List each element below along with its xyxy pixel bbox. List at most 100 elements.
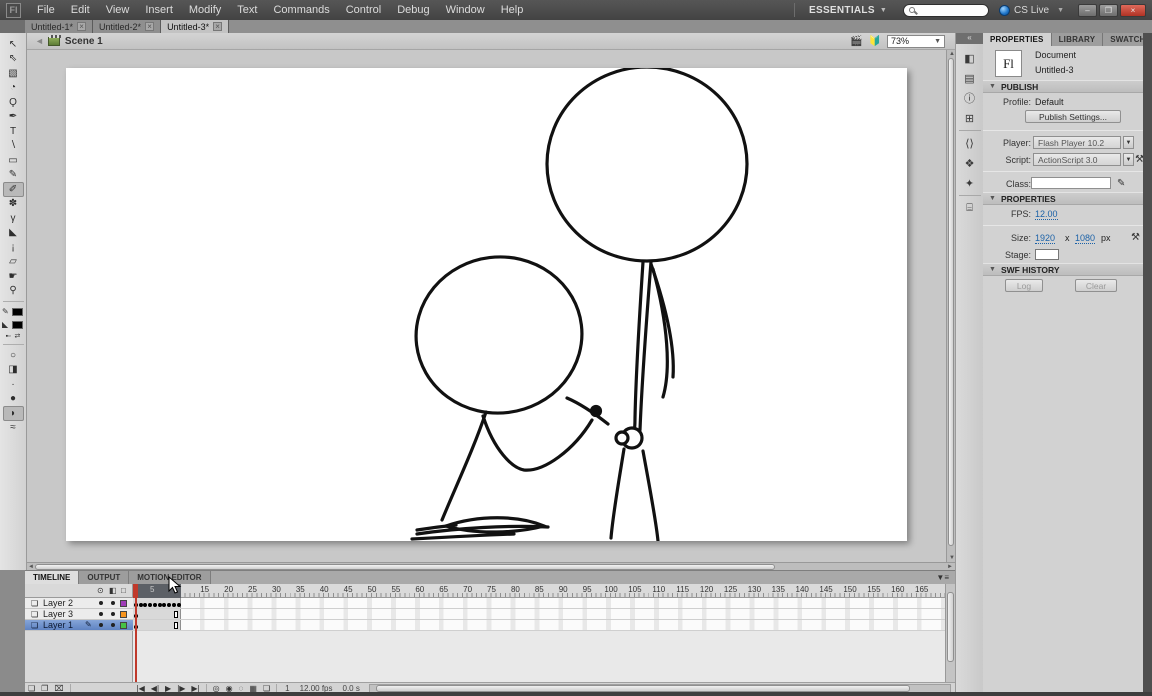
timeline-vertical-scrollbar[interactable]	[945, 584, 955, 685]
keyframe-dot[interactable]	[158, 603, 162, 607]
size-settings-wrench-icon[interactable]: ⚒	[1131, 232, 1140, 243]
publish-section-header[interactable]: ▼ PUBLISH	[983, 80, 1143, 93]
layer-outline-color-swatch[interactable]	[120, 611, 127, 618]
3d-rotation-tool[interactable]: ◔	[3, 81, 24, 96]
pen-tool[interactable]: ✒	[3, 110, 24, 125]
keyframe-dot[interactable]	[162, 603, 166, 607]
swf-log-button[interactable]: Log	[1005, 279, 1043, 292]
keyframe-dot[interactable]	[167, 603, 171, 607]
eraser-tool[interactable]: ▱	[3, 255, 24, 270]
v-scroll-thumb[interactable]	[948, 58, 954, 546]
eyedropper-tool[interactable]: ¡	[3, 240, 24, 255]
zoom-level-select[interactable]: 73% ▼	[887, 35, 945, 48]
size-height-value[interactable]: 1080	[1075, 233, 1095, 244]
chevron-down-icon[interactable]: ▼	[1123, 153, 1134, 166]
layer-name-label[interactable]: Layer 2	[43, 598, 73, 609]
menu-control[interactable]: Control	[338, 0, 389, 20]
minimize-button[interactable]: –	[1078, 4, 1097, 17]
close-button[interactable]: ×	[1120, 4, 1146, 17]
outline-icon[interactable]: □	[121, 586, 126, 595]
tab-timeline[interactable]: TIMELINE	[25, 571, 79, 584]
keyframe-dot[interactable]	[177, 603, 181, 607]
frame-row-layer-1[interactable]	[133, 620, 945, 631]
stage-horizontal-scrollbar[interactable]: ◄ ►	[27, 562, 955, 570]
frame-span[interactable]	[133, 620, 181, 630]
close-tab-icon[interactable]: ×	[213, 22, 222, 31]
swap-colors-button[interactable]: ⇄	[15, 332, 21, 340]
lock-icon[interactable]: ◧	[109, 586, 117, 595]
free-transform-tool[interactable]: ▧	[3, 66, 24, 81]
panel-menu-icon[interactable]: ▼≡	[930, 571, 955, 584]
subselection-tool[interactable]: ⇖	[3, 52, 24, 67]
close-tab-icon[interactable]: ×	[145, 22, 154, 31]
tab-properties[interactable]: PROPERTIES	[983, 33, 1052, 46]
object-drawing-option[interactable]: ○	[3, 348, 24, 363]
size-width-value[interactable]: 1920	[1035, 233, 1055, 244]
edit-scene-button[interactable]: 🎬	[850, 36, 862, 47]
publish-settings-button[interactable]: Publish Settings...	[1025, 110, 1121, 123]
doc-tab-2[interactable]: Untitled-2*×	[93, 20, 161, 33]
black-white-button[interactable]: ▪▫	[6, 333, 11, 340]
brush-tool[interactable]: ✐	[3, 182, 24, 197]
restore-button[interactable]: ❐	[1099, 4, 1118, 17]
rectangle-tool[interactable]: ▭	[3, 153, 24, 168]
swf-clear-button[interactable]: Clear	[1075, 279, 1117, 292]
smoothing-option[interactable]: ≈	[3, 421, 24, 436]
hand-tool[interactable]: ☛	[3, 269, 24, 284]
search-input[interactable]	[903, 4, 989, 17]
tab-library[interactable]: LIBRARY	[1052, 33, 1104, 46]
cs-live-button[interactable]: CS Live ▼	[999, 5, 1064, 16]
close-tab-icon[interactable]: ×	[77, 22, 86, 31]
fps-value[interactable]: 12.00	[1035, 209, 1058, 220]
layer-row-layer-3[interactable]: ❏Layer 3	[25, 609, 133, 620]
menu-window[interactable]: Window	[438, 0, 493, 20]
brush-size-option[interactable]: ●	[3, 392, 24, 407]
color-panel-icon[interactable]: ◧	[959, 48, 981, 68]
brush-shape-option[interactable]: ◗	[3, 406, 24, 421]
layer-lock-dot[interactable]	[111, 612, 115, 616]
layer-name-label[interactable]: Layer 3	[43, 609, 73, 620]
frame-row-layer-2[interactable]	[133, 598, 945, 609]
layer-outline-color-swatch[interactable]	[120, 600, 127, 607]
frame-span[interactable]	[133, 609, 181, 619]
keyframe-dot[interactable]	[172, 603, 176, 607]
lasso-tool[interactable]: Ϙ	[3, 95, 24, 110]
timeline-hscroll-thumb[interactable]	[376, 685, 910, 692]
stage-vertical-scrollbar[interactable]: ▲ ▼	[946, 50, 955, 562]
properties-section-header[interactable]: ▼ PROPERTIES	[983, 192, 1143, 205]
doc-tab-3[interactable]: Untitled-3*×	[161, 20, 229, 33]
text-tool[interactable]: T	[3, 124, 24, 139]
keyframe-dot[interactable]	[139, 603, 143, 607]
stroke-color-swatch[interactable]	[12, 308, 23, 316]
edit-symbols-button[interactable]: 🔰	[869, 36, 881, 47]
brush-mode-option[interactable]: ·	[3, 377, 24, 392]
pencil-tool[interactable]: ✎	[3, 168, 24, 183]
deco-tool[interactable]: ✽	[3, 197, 24, 212]
frame-grid[interactable]	[133, 598, 945, 631]
menu-modify[interactable]: Modify	[181, 0, 229, 20]
paint-bucket-tool[interactable]: ◣	[3, 226, 24, 241]
keyframe-dot[interactable]	[153, 603, 157, 607]
class-input[interactable]	[1031, 177, 1111, 189]
stage-canvas[interactable]	[66, 68, 907, 541]
menu-debug[interactable]: Debug	[389, 0, 437, 20]
menu-commands[interactable]: Commands	[265, 0, 337, 20]
layer-outline-color-swatch[interactable]	[120, 622, 127, 629]
frames-area[interactable]: 5 15202530354045505560657075808590951001…	[133, 584, 945, 685]
swf-history-section-header[interactable]: ▼ SWF HISTORY	[983, 263, 1143, 276]
frame-span[interactable]	[133, 598, 181, 608]
back-arrow-icon[interactable]: ◄	[35, 36, 44, 46]
workspace-switcher[interactable]: ESSENTIALS ▼	[803, 5, 893, 16]
class-edit-pencil-icon[interactable]: ✎	[1117, 178, 1125, 189]
fill-color-control[interactable]: ◣	[2, 318, 24, 331]
keyframe-dot[interactable]	[143, 603, 147, 607]
script-select[interactable]: ActionScript 3.0	[1033, 153, 1121, 166]
layer-row-layer-1[interactable]: ❏Layer 1✎	[25, 620, 133, 631]
chevron-down-icon[interactable]: ▼	[1123, 136, 1134, 149]
layer-name-label[interactable]: Layer 1	[43, 620, 73, 631]
align-panel-icon[interactable]: ⊞	[959, 108, 981, 128]
show-hide-eye-icon[interactable]: ⊙	[97, 586, 104, 595]
layer-row-layer-2[interactable]: ❏Layer 2	[25, 598, 133, 609]
menu-file[interactable]: File	[29, 0, 63, 20]
frame-row-layer-3[interactable]	[133, 609, 945, 620]
